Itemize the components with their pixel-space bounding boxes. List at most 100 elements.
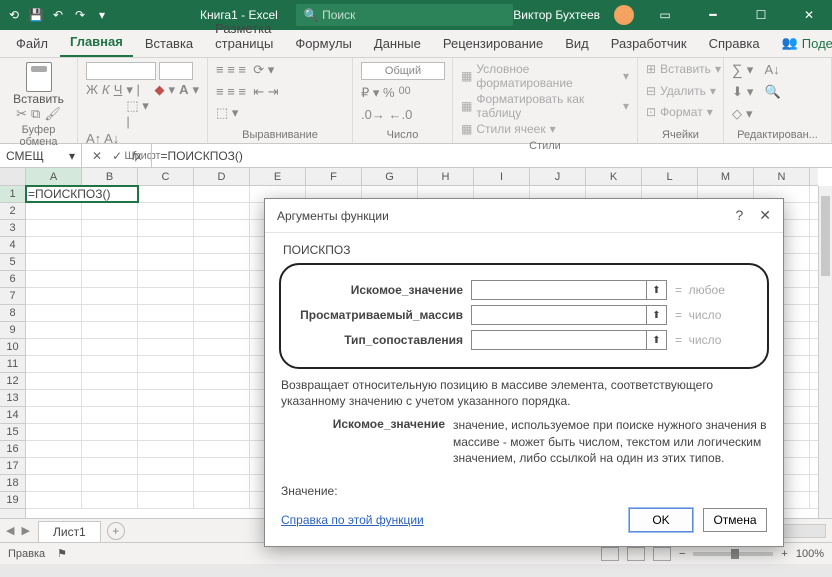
cell[interactable] bbox=[194, 339, 250, 355]
cell[interactable] bbox=[82, 322, 138, 338]
user-name[interactable]: Виктор Бухтеев bbox=[513, 8, 600, 22]
cell[interactable] bbox=[82, 288, 138, 304]
select-all-corner[interactable] bbox=[0, 168, 26, 185]
undo-icon[interactable]: ↶ bbox=[50, 7, 66, 23]
cell[interactable] bbox=[138, 220, 194, 236]
share-button[interactable]: 👥Поделиться bbox=[772, 29, 832, 57]
cell-A1[interactable]: =ПОИСКПОЗ() bbox=[26, 186, 138, 202]
tab-data[interactable]: Данные bbox=[364, 30, 431, 57]
accessibility-icon[interactable]: ⚑ bbox=[57, 547, 67, 560]
fx-icon[interactable]: fx bbox=[132, 149, 141, 163]
conditional-formatting[interactable]: ▦ Условное форматирование ▾ bbox=[461, 62, 629, 90]
page-layout-icon[interactable] bbox=[627, 547, 645, 561]
function-help-link[interactable]: Справка по этой функции bbox=[281, 513, 424, 527]
copy-icon[interactable]: ⧉ bbox=[31, 106, 40, 122]
cell[interactable] bbox=[26, 475, 82, 491]
column-header[interactable]: A bbox=[26, 168, 82, 185]
column-header[interactable]: I bbox=[474, 168, 530, 185]
column-header[interactable]: F bbox=[306, 168, 362, 185]
row-header[interactable]: 17 bbox=[0, 458, 25, 475]
column-header[interactable]: B bbox=[82, 168, 138, 185]
cell[interactable] bbox=[138, 492, 194, 508]
cell[interactable] bbox=[194, 458, 250, 474]
row-header[interactable]: 5 bbox=[0, 254, 25, 271]
font-family[interactable] bbox=[86, 62, 156, 80]
column-header[interactable]: G bbox=[362, 168, 418, 185]
tab-file[interactable]: Файл bbox=[6, 30, 58, 57]
cell[interactable] bbox=[26, 220, 82, 236]
range-picker-icon[interactable]: ⬆ bbox=[647, 280, 667, 300]
row-header[interactable]: 11 bbox=[0, 356, 25, 373]
cell[interactable] bbox=[26, 237, 82, 253]
normal-view-icon[interactable] bbox=[601, 547, 619, 561]
cell[interactable] bbox=[26, 254, 82, 270]
format-painter-icon[interactable]: 🖌 bbox=[44, 106, 61, 122]
formula-input[interactable]: =ПОИСКПОЗ() bbox=[152, 149, 832, 163]
vertical-scrollbar[interactable] bbox=[818, 186, 832, 518]
font-size[interactable] bbox=[159, 62, 193, 80]
cell[interactable] bbox=[82, 339, 138, 355]
format-cells[interactable]: ⊡ Формат ▾ bbox=[646, 105, 715, 119]
cell[interactable] bbox=[138, 254, 194, 270]
row-header[interactable]: 6 bbox=[0, 271, 25, 288]
delete-cells[interactable]: ⊟ Удалить ▾ bbox=[646, 84, 715, 98]
cell[interactable] bbox=[138, 424, 194, 440]
arg-input-2[interactable] bbox=[471, 330, 647, 350]
cell[interactable] bbox=[138, 203, 194, 219]
cell[interactable] bbox=[194, 390, 250, 406]
cell[interactable] bbox=[138, 458, 194, 474]
row-header[interactable]: 16 bbox=[0, 441, 25, 458]
cell[interactable] bbox=[138, 305, 194, 321]
ribbon-options-icon[interactable]: ▭ bbox=[648, 0, 682, 30]
cell[interactable] bbox=[194, 424, 250, 440]
cancel-formula-icon[interactable]: ✕ bbox=[92, 149, 102, 163]
cell[interactable] bbox=[194, 492, 250, 508]
column-header[interactable]: N bbox=[754, 168, 810, 185]
save-icon[interactable]: 💾 bbox=[28, 7, 44, 23]
tab-layout[interactable]: Разметка страницы bbox=[205, 15, 283, 57]
cell[interactable] bbox=[26, 271, 82, 287]
cell[interactable] bbox=[26, 356, 82, 372]
row-header[interactable]: 1 bbox=[0, 186, 25, 203]
cell[interactable] bbox=[26, 339, 82, 355]
cell[interactable] bbox=[194, 220, 250, 236]
cell[interactable] bbox=[194, 237, 250, 253]
fill-icon[interactable]: ⬇ bbox=[732, 84, 743, 100]
cell[interactable] bbox=[138, 237, 194, 253]
cell[interactable] bbox=[82, 475, 138, 491]
row-header[interactable]: 10 bbox=[0, 339, 25, 356]
format-as-table[interactable]: ▦ Форматировать как таблицу ▾ bbox=[461, 92, 629, 120]
insert-cells[interactable]: ⊞ Вставить ▾ bbox=[646, 62, 715, 76]
cell[interactable] bbox=[194, 475, 250, 491]
avatar[interactable] bbox=[614, 5, 634, 25]
row-header[interactable]: 12 bbox=[0, 373, 25, 390]
tab-insert[interactable]: Вставка bbox=[135, 30, 203, 57]
cell[interactable] bbox=[138, 271, 194, 287]
row-header[interactable]: 19 bbox=[0, 492, 25, 509]
cancel-button[interactable]: Отмена bbox=[703, 508, 767, 532]
redo-icon[interactable]: ↷ bbox=[72, 7, 88, 23]
ok-button[interactable]: OK bbox=[629, 508, 693, 532]
range-picker-icon[interactable]: ⬆ bbox=[647, 305, 667, 325]
cell[interactable] bbox=[82, 458, 138, 474]
column-header[interactable]: H bbox=[418, 168, 474, 185]
arg-input-1[interactable] bbox=[471, 305, 647, 325]
chevron-down-icon[interactable]: ▾ bbox=[69, 149, 75, 163]
column-header[interactable]: K bbox=[586, 168, 642, 185]
row-header[interactable]: 4 bbox=[0, 237, 25, 254]
close-icon[interactable]: ✕ bbox=[792, 0, 826, 30]
cell[interactable] bbox=[194, 271, 250, 287]
zoom-out-icon[interactable]: − bbox=[679, 548, 685, 560]
cut-icon[interactable]: ✂ bbox=[16, 106, 27, 122]
column-header[interactable]: M bbox=[698, 168, 754, 185]
tab-help[interactable]: Справка bbox=[699, 30, 770, 57]
row-header[interactable]: 2 bbox=[0, 203, 25, 220]
cell[interactable] bbox=[138, 186, 194, 202]
cell[interactable] bbox=[26, 390, 82, 406]
row-header[interactable]: 15 bbox=[0, 424, 25, 441]
autosave-icon[interactable]: ⟲ bbox=[6, 7, 22, 23]
cell[interactable] bbox=[82, 373, 138, 389]
number-format[interactable]: Общий bbox=[361, 62, 445, 80]
cell[interactable] bbox=[26, 203, 82, 219]
column-header[interactable]: E bbox=[250, 168, 306, 185]
